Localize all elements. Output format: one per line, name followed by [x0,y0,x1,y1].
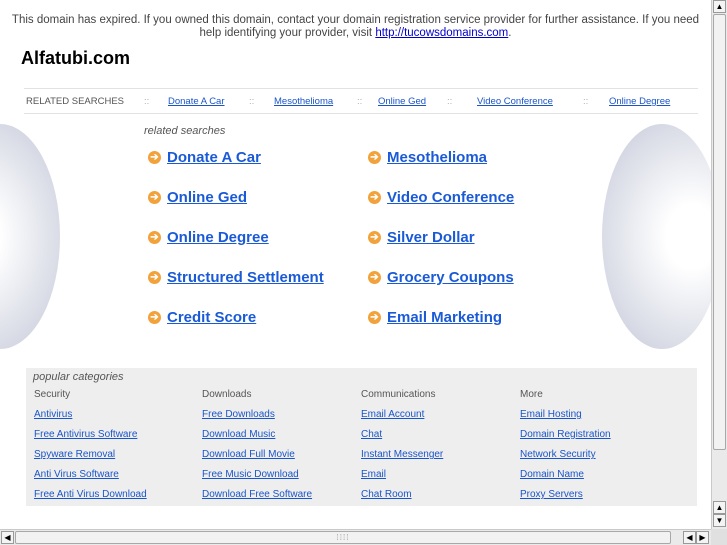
result-link[interactable]: Online Degree [167,229,269,246]
expiry-notice: This domain has expired. If you owned th… [10,14,701,40]
arrow-circle-icon: ➔ [148,311,161,324]
vertical-scroll-thumb[interactable] [713,14,726,450]
result-link-item[interactable]: ➔ Donate A Car [148,149,261,166]
category-link[interactable]: Antivirus [34,409,147,429]
page-viewport: This domain has expired. If you owned th… [0,0,711,529]
vertical-scrollbar[interactable]: ▲ ▲ ▼ [711,0,727,529]
separator: :: [249,96,255,107]
result-link-item[interactable]: ➔ Online Ged [148,189,247,206]
category-column-communications: Communications Email Account Chat Instan… [361,389,443,509]
result-link-item[interactable]: ➔ Credit Score [148,309,256,326]
result-link[interactable]: Email Marketing [387,309,502,326]
separator: :: [357,96,363,107]
related-bar-link[interactable]: Online Degree [609,96,670,107]
related-heading: related searches [144,125,226,137]
arrow-circle-icon: ➔ [148,191,161,204]
separator: :: [447,96,453,107]
category-link[interactable]: Free Anti Virus Download [34,489,147,509]
scroll-up-icon[interactable]: ▲ [713,501,726,514]
arrow-circle-icon: ➔ [368,151,381,164]
related-bar-link[interactable]: Mesothelioma [274,96,333,107]
scroll-left-icon[interactable]: ◀ [683,531,696,544]
category-link[interactable]: Domain Name [520,469,611,489]
result-link[interactable]: Grocery Coupons [387,269,514,286]
result-link[interactable]: Video Conference [387,189,514,206]
category-link[interactable]: Proxy Servers [520,489,611,509]
result-link-item[interactable]: ➔ Silver Dollar [368,229,475,246]
scroll-left-icon[interactable]: ◀ [1,531,14,544]
related-bar-link[interactable]: Video Conference [477,96,553,107]
result-link[interactable]: Silver Dollar [387,229,475,246]
arrow-circle-icon: ➔ [148,271,161,284]
category-link[interactable]: Email Account [361,409,443,429]
result-link[interactable]: Structured Settlement [167,269,324,286]
arrow-circle-icon: ➔ [368,231,381,244]
result-link[interactable]: Donate A Car [167,149,261,166]
result-link-item[interactable]: ➔ Grocery Coupons [368,269,514,286]
left-decoration [0,124,60,349]
category-link[interactable]: Spyware Removal [34,449,147,469]
scroll-down-icon[interactable]: ▼ [713,514,726,527]
notice-end: . [508,27,512,39]
category-column-more: More Email Hosting Domain Registration N… [520,389,611,509]
category-link[interactable]: Domain Registration [520,429,611,449]
category-link[interactable]: Free Antivirus Software [34,429,147,449]
category-link[interactable]: Chat Room [361,489,443,509]
result-link[interactable]: Credit Score [167,309,256,326]
category-link[interactable]: Download Free Software [202,489,312,509]
category-header: More [520,389,543,400]
popular-categories: popular categories Security Antivirus Fr… [26,368,697,506]
related-searches-bar: RELATED SEARCHES :: Donate A Car :: Meso… [24,88,698,114]
scrollbar-corner [711,529,727,545]
category-header: Communications [361,389,436,400]
category-link[interactable]: Chat [361,429,443,449]
scroll-right-icon[interactable]: ▶ [696,531,709,544]
arrow-circle-icon: ➔ [148,151,161,164]
category-link[interactable]: Anti Virus Software [34,469,147,489]
arrow-circle-icon: ➔ [368,311,381,324]
horizontal-scroll-thumb[interactable]: ⁞⁞⁞⁞ [15,531,671,544]
horizontal-scrollbar[interactable]: ◀ ⁞⁞⁞⁞ ◀ ▶ [0,529,711,545]
related-bar-link[interactable]: Online Ged [378,96,426,107]
popular-heading: popular categories [33,371,124,383]
scroll-up-icon[interactable]: ▲ [713,0,726,13]
result-link-item[interactable]: ➔ Video Conference [368,189,514,206]
result-link-item[interactable]: ➔ Online Degree [148,229,269,246]
related-bar-link[interactable]: Donate A Car [168,96,225,107]
category-link[interactable]: Email Hosting [520,409,611,429]
arrow-circle-icon: ➔ [368,271,381,284]
separator: :: [583,96,589,107]
result-link[interactable]: Online Ged [167,189,247,206]
category-link[interactable]: Free Downloads [202,409,312,429]
arrow-circle-icon: ➔ [368,191,381,204]
tucows-link[interactable]: http://tucowsdomains.com [375,27,508,39]
category-link[interactable]: Network Security [520,449,611,469]
category-link[interactable]: Download Music [202,429,312,449]
related-bar-label: RELATED SEARCHES [26,96,125,107]
category-link[interactable]: Free Music Download [202,469,312,489]
category-link[interactable]: Download Full Movie [202,449,312,469]
result-link-item[interactable]: ➔ Mesothelioma [368,149,487,166]
notice-text: This domain has expired. If you owned th… [11,14,700,39]
category-column-security: Security Antivirus Free Antivirus Softwa… [34,389,147,509]
site-title: Alfatubi.com [21,48,131,68]
result-link-item[interactable]: ➔ Structured Settlement [148,269,324,286]
category-column-downloads: Downloads Free Downloads Download Music … [202,389,312,509]
arrow-circle-icon: ➔ [148,231,161,244]
separator: :: [144,96,150,107]
result-link-item[interactable]: ➔ Email Marketing [368,309,502,326]
right-decoration [602,124,711,349]
category-link[interactable]: Email [361,469,443,489]
category-header: Security [34,389,71,400]
category-link[interactable]: Instant Messenger [361,449,443,469]
result-link[interactable]: Mesothelioma [387,149,487,166]
category-header: Downloads [202,389,252,400]
